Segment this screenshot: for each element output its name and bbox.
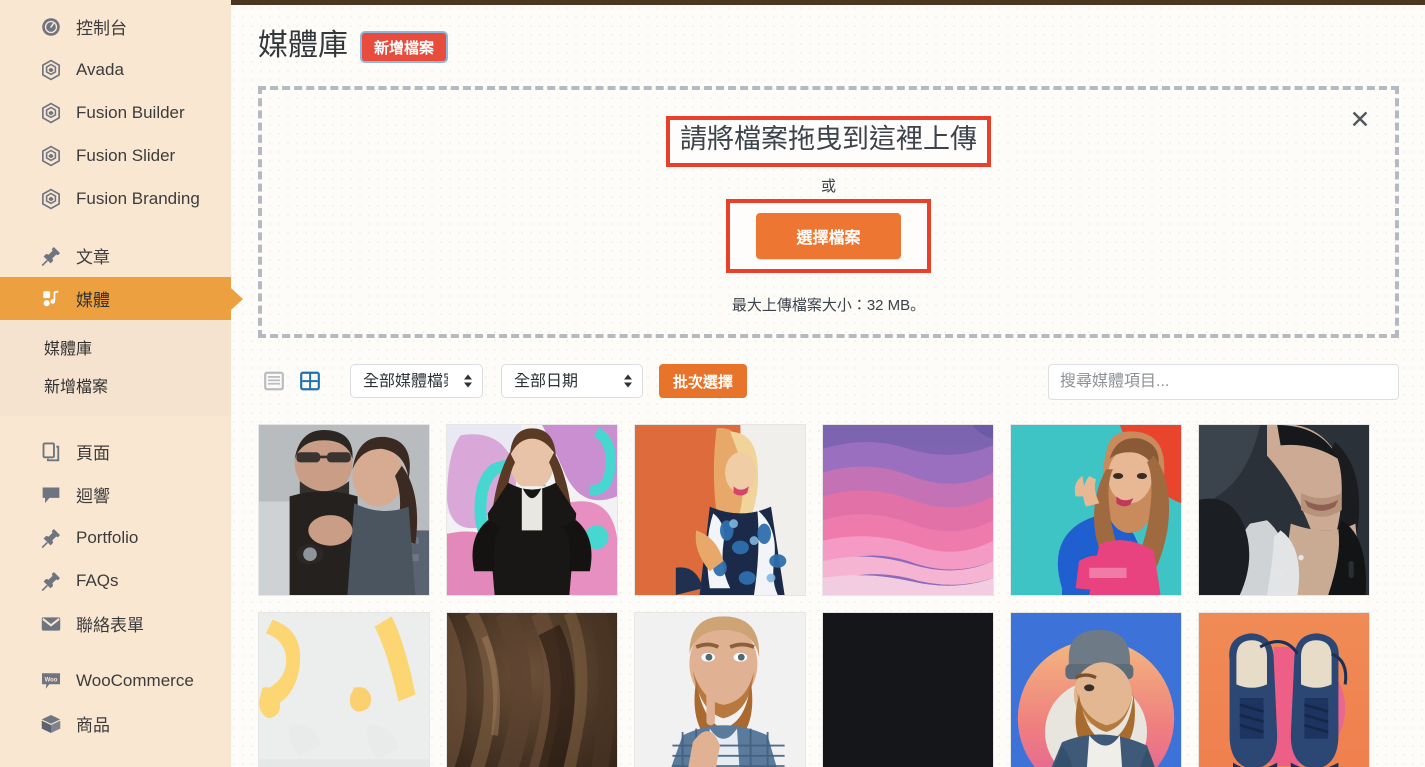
media-thumbnail	[447, 425, 617, 595]
media-item-woman-leather-jacket-braids[interactable]	[446, 424, 618, 596]
avada-icon	[38, 59, 64, 81]
product-icon	[38, 713, 64, 735]
media-item-dark-brown-hair-texture[interactable]	[446, 612, 618, 767]
select-files-button[interactable]: 選擇檔案	[756, 212, 901, 259]
sidebar-item-外觀[interactable]: 外觀	[0, 759, 231, 767]
sidebar-item-控制台[interactable]: 控制台	[0, 5, 231, 48]
sidebar-item-label: Fusion Builder	[76, 102, 185, 122]
sidebar-item-商品[interactable]: 商品	[0, 702, 231, 745]
sidebar-item-woocommerce[interactable]: Woo WooCommerce	[0, 659, 231, 702]
avada-icon	[38, 102, 64, 124]
sidebar-item-label: 控制台	[76, 19, 127, 38]
admin-bar-sidebar-segment	[0, 0, 231, 5]
pin-icon	[38, 527, 64, 549]
pin-icon	[38, 245, 64, 267]
list-view-icon[interactable]	[260, 367, 288, 395]
avada-icon	[38, 188, 64, 210]
admin-sidebar: 控制台 Avada Fusion Builder Fusion Slider F…	[0, 0, 231, 767]
sidebar-item-label: 聯絡表單	[76, 616, 144, 635]
sidebar-item-label: 文章	[76, 248, 110, 267]
pin-icon	[38, 570, 64, 592]
sidebar-item-label: WooCommerce	[76, 670, 194, 690]
sidebar-item-label: Fusion Branding	[76, 188, 200, 208]
dropzone-instruction: 請將檔案拖曳到這裡上傳	[680, 124, 977, 154]
media-toolbar: 全部媒體檔案圖片音訊影片未附加 全部日期 批次選擇	[258, 363, 1399, 400]
grid-view-icon[interactable]	[296, 367, 324, 395]
sidebar-item-聯絡表單[interactable]: 聯絡表單	[0, 602, 231, 645]
media-thumbnail	[1011, 613, 1181, 767]
sidebar-item-文章[interactable]: 文章	[0, 234, 231, 277]
sidebar-item-label: Fusion Slider	[76, 145, 176, 165]
media-thumbnail	[823, 613, 993, 767]
sidebar-item-頁面[interactable]: 頁面	[0, 430, 231, 473]
sidebar-item-媒體[interactable]: 媒體	[0, 277, 231, 320]
media-item-woman-teal-pink-top[interactable]	[1010, 424, 1182, 596]
media-thumbnail	[635, 613, 805, 767]
filter-date-wrapper: 全部日期	[501, 364, 643, 398]
filter-date-select[interactable]: 全部日期	[501, 364, 643, 398]
max-upload-size-text: 最大上傳檔案大小：32 MB。	[731, 296, 926, 314]
mail-icon	[38, 613, 64, 635]
dropzone-content: 請將檔案拖曳到這裡上傳 或 選擇檔案 最大上傳檔案大小：32 MB。	[262, 116, 1395, 315]
admin-bar	[0, 0, 1425, 5]
page-title: 媒體庫	[258, 29, 348, 62]
media-thumbnail	[1199, 425, 1369, 595]
media-item-blonde-floral-coat-orange[interactable]	[634, 424, 806, 596]
add-new-file-button[interactable]: 新增檔案	[362, 33, 447, 61]
dropzone-or-label: 或	[820, 177, 836, 195]
avada-icon	[38, 145, 64, 167]
comment-icon	[38, 484, 64, 506]
media-thumbnail	[1199, 613, 1369, 767]
select-files-highlight: 選擇檔案	[726, 198, 931, 273]
sidebar-item-fusion-builder[interactable]: Fusion Builder	[0, 91, 231, 134]
sidebar-item-faqs[interactable]: FAQs	[0, 559, 231, 602]
sidebar-item-fusion-branding[interactable]: Fusion Branding	[0, 177, 231, 220]
search-input[interactable]	[1048, 364, 1399, 400]
pages-icon	[38, 441, 64, 463]
sidebar-item-fusion-slider[interactable]: Fusion Slider	[0, 134, 231, 177]
media-thumbnail	[1011, 425, 1181, 595]
submenu-item-新增檔案[interactable]: 新增檔案	[0, 366, 231, 404]
sidebar-item-avada[interactable]: Avada	[0, 48, 231, 91]
drop-text-highlight: 請將檔案拖曳到這裡上傳	[666, 116, 991, 167]
sidebar-item-label: 商品	[76, 716, 110, 735]
media-thumbnail	[259, 613, 429, 767]
sidebar-item-label: Portfolio	[76, 527, 139, 547]
media-thumbnail	[259, 425, 429, 595]
media-thumbnail	[635, 425, 805, 595]
dashboard-icon	[38, 16, 64, 38]
media-item-abstract-pink-purple-waves[interactable]	[822, 424, 994, 596]
media-item-yellow-abstract-shapes[interactable]	[258, 612, 430, 767]
sidebar-item-portfolio[interactable]: Portfolio	[0, 516, 231, 559]
page-header: 媒體庫 新增檔案	[231, 5, 1425, 67]
media-item-couple-sunglasses-city[interactable]	[258, 424, 430, 596]
media-item-blue-shoes-top-down[interactable]	[1198, 612, 1370, 767]
filter-type-select[interactable]: 全部媒體檔案圖片音訊影片未附加	[350, 364, 483, 398]
sidebar-item-label: 迴響	[76, 487, 110, 506]
media-thumbnail	[823, 425, 993, 595]
upload-dropzone[interactable]: ✕ 請將檔案拖曳到這裡上傳 或 選擇檔案 最大上傳檔案大小：32 MB。	[258, 86, 1399, 338]
media-item-bearded-man-finger-lips[interactable]	[634, 612, 806, 767]
bulk-select-button[interactable]: 批次選擇	[659, 364, 748, 398]
media-item-man-beanie-rainbow-arc[interactable]	[1010, 612, 1182, 767]
media-grid	[258, 424, 1399, 767]
filter-type-wrapper: 全部媒體檔案圖片音訊影片未附加	[350, 364, 483, 398]
sidebar-item-label: Avada	[76, 59, 124, 79]
media-item-black-background[interactable]	[822, 612, 994, 767]
sidebar-item-label: 媒體	[76, 291, 110, 310]
sidebar-item-label: 頁面	[76, 444, 110, 463]
woo-icon: Woo	[38, 670, 64, 692]
media-item-woman-dark-fur-collar[interactable]	[1198, 424, 1370, 596]
sidebar-menu-bottom: 頁面 迴響 Portfolio FAQs 聯絡表單 Woo WooCommerce …	[0, 430, 231, 767]
sidebar-item-迴響[interactable]: 迴響	[0, 473, 231, 516]
sidebar-menu-top: 控制台 Avada Fusion Builder Fusion Slider F…	[0, 5, 231, 320]
submenu-item-媒體庫[interactable]: 媒體庫	[0, 328, 231, 366]
svg-text:Woo: Woo	[45, 677, 58, 683]
main-content: 媒體庫 新增檔案 ✕ 請將檔案拖曳到這裡上傳 或 選擇檔案 最大上傳檔案大小：3…	[231, 5, 1425, 767]
media-icon	[38, 288, 64, 310]
sidebar-submenu-media: 媒體庫 新增檔案	[0, 320, 231, 416]
media-thumbnail	[447, 613, 617, 767]
sidebar-item-label: FAQs	[76, 570, 119, 590]
